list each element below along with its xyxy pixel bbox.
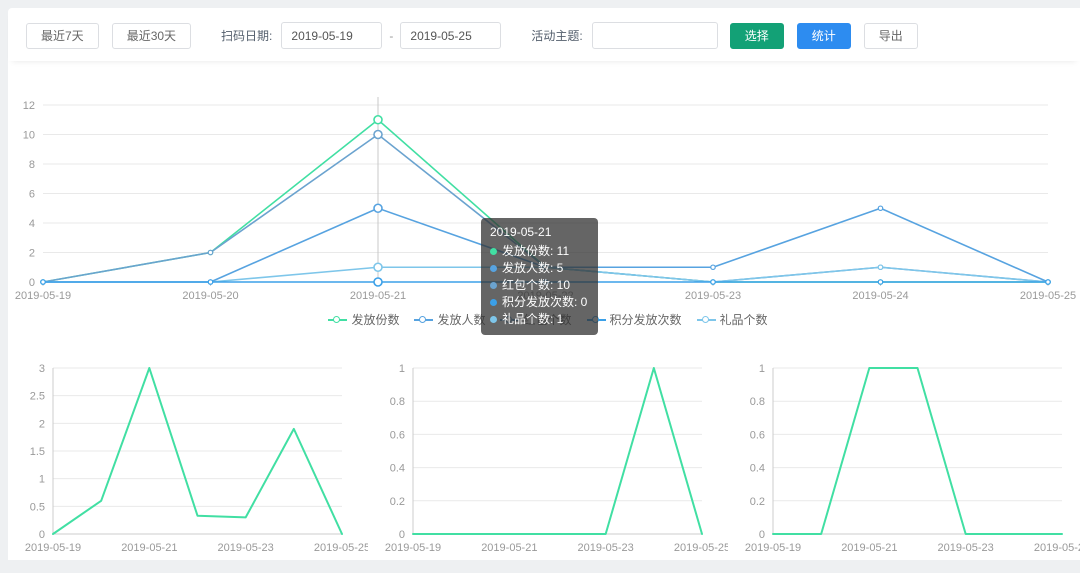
last-7-days-button[interactable]: 最近7天 — [26, 23, 99, 49]
legend-line-icon — [500, 315, 519, 325]
export-button[interactable]: 导出 — [864, 23, 918, 49]
svg-text:2019-05-25: 2019-05-25 — [1034, 542, 1080, 554]
svg-text:10: 10 — [23, 130, 35, 142]
legend-item[interactable]: 积分发放次数 — [587, 311, 682, 328]
svg-text:2: 2 — [39, 418, 45, 430]
svg-text:12: 12 — [23, 100, 35, 112]
svg-text:4: 4 — [29, 218, 35, 230]
activity-topic-label: 活动主题: — [531, 27, 582, 44]
svg-text:2019-05-25: 2019-05-25 — [1020, 290, 1076, 302]
date-from-input[interactable] — [281, 22, 382, 49]
legend-label: 礼品个数 — [720, 311, 768, 328]
svg-text:2019-05-21: 2019-05-21 — [481, 542, 537, 554]
svg-text:2.5: 2.5 — [30, 391, 45, 403]
sub-chart-issued-shares: 0 0.5 1 1.5 2 2.5 3 2019-05-19 2019-05-21 2019-05… — [8, 356, 368, 568]
svg-text:1: 1 — [399, 363, 405, 375]
filter-toolbar: 最近7天 最近30天 扫码日期: - 活动主题: 选择 统计 导出 — [8, 8, 1080, 61]
svg-text:1.5: 1.5 — [30, 446, 45, 458]
svg-text:2019-05-23: 2019-05-23 — [685, 290, 741, 302]
sub-chart-gifts: 0 0.2 0.4 0.6 0.8 1 2019-05-19 2019-05-21 2019-0… — [728, 356, 1080, 568]
svg-text:0.5: 0.5 — [30, 501, 45, 513]
legend-item[interactable]: 发放人数 — [414, 311, 485, 328]
svg-text:1: 1 — [39, 474, 45, 486]
last-30-days-button[interactable]: 最近30天 — [112, 23, 191, 49]
legend-line-icon — [328, 315, 347, 325]
svg-text:1: 1 — [759, 363, 765, 375]
svg-text:0.4: 0.4 — [750, 463, 765, 475]
sub-charts-row: 0 0.5 1 1.5 2 2.5 3 2019-05-19 2019-05-21 2019-05… — [8, 356, 1080, 568]
svg-text:2019-05-20: 2019-05-20 — [182, 290, 238, 302]
legend-item[interactable]: 红包个数 — [500, 311, 571, 328]
legend-item[interactable]: 发放份数 — [328, 311, 399, 328]
svg-text:3: 3 — [39, 363, 45, 375]
svg-text:2019-05-21: 2019-05-21 — [350, 290, 406, 302]
svg-text:0.6: 0.6 — [750, 429, 765, 441]
svg-text:2019-05-19: 2019-05-19 — [25, 542, 81, 554]
svg-text:0.8: 0.8 — [750, 396, 765, 408]
legend-label: 发放份数 — [351, 311, 399, 328]
activity-topic-input[interactable] — [592, 22, 718, 49]
legend-line-icon — [587, 315, 606, 325]
svg-text:8: 8 — [29, 159, 35, 171]
legend-label: 发放人数 — [437, 311, 485, 328]
legend-label: 积分发放次数 — [610, 311, 682, 328]
main-chart-area: 0 2 4 6 8 10 12 2019-05-19 2019-05-20 2019-05-21 2… — [8, 60, 1080, 310]
svg-text:0.2: 0.2 — [750, 496, 765, 508]
svg-text:2019-05-25: 2019-05-25 — [314, 542, 368, 554]
svg-text:2019-05-21: 2019-05-21 — [841, 542, 897, 554]
svg-text:2019-05-24: 2019-05-24 — [852, 290, 908, 302]
select-button[interactable]: 选择 — [730, 23, 784, 49]
svg-text:2019-05-19: 2019-05-19 — [385, 542, 441, 554]
svg-text:0: 0 — [39, 529, 45, 541]
legend-label: 红包个数 — [523, 311, 571, 328]
svg-text:2019-05-25: 2019-05-25 — [674, 542, 728, 554]
date-to-input[interactable] — [400, 22, 501, 49]
svg-text:0.8: 0.8 — [390, 396, 405, 408]
svg-text:0.6: 0.6 — [390, 429, 405, 441]
sub-line-chart-2[interactable]: 0 0.2 0.4 0.6 0.8 1 2019-05-19 2019-05-21 2019-0… — [368, 356, 728, 568]
svg-text:0.4: 0.4 — [390, 463, 405, 475]
svg-text:6: 6 — [29, 189, 35, 201]
legend-item[interactable]: 礼品个数 — [697, 311, 768, 328]
sub-line-chart-1[interactable]: 0 0.5 1 1.5 2 2.5 3 2019-05-19 2019-05-21 2019-05… — [8, 356, 368, 568]
svg-text:2019-05-23: 2019-05-23 — [218, 542, 274, 554]
svg-text:2019-05-19: 2019-05-19 — [745, 542, 801, 554]
svg-text:2019-05-21: 2019-05-21 — [121, 542, 177, 554]
chart-legend: 发放份数 发放人数 红包个数 积分发放次数 礼品个数 — [8, 311, 1080, 328]
legend-line-icon — [697, 315, 716, 325]
svg-text:0.2: 0.2 — [390, 496, 405, 508]
svg-text:2019-05-23: 2019-05-23 — [938, 542, 994, 554]
main-line-chart[interactable]: 0 2 4 6 8 10 12 2019-05-19 2019-05-20 2019-05-21 2… — [8, 60, 1080, 310]
svg-text:2019-05-19: 2019-05-19 — [15, 290, 71, 302]
svg-text:2019-05-23: 2019-05-23 — [578, 542, 634, 554]
scan-date-label: 扫码日期: — [221, 27, 272, 44]
svg-text:0: 0 — [759, 529, 765, 541]
stats-button[interactable]: 统计 — [797, 23, 851, 49]
date-range-separator: - — [389, 29, 393, 43]
svg-text:2019-05-22: 2019-05-22 — [517, 290, 573, 302]
sub-chart-points: 0 0.2 0.4 0.6 0.8 1 2019-05-19 2019-05-21 2019-0… — [368, 356, 728, 568]
svg-text:0: 0 — [29, 277, 35, 289]
svg-text:0: 0 — [399, 529, 405, 541]
sub-line-chart-3[interactable]: 0 0.2 0.4 0.6 0.8 1 2019-05-19 2019-05-21 2019-0… — [728, 356, 1080, 568]
legend-line-icon — [414, 315, 433, 325]
svg-text:2: 2 — [29, 248, 35, 260]
content-panel: 最近7天 最近30天 扫码日期: - 活动主题: 选择 统计 导出 0 2 4 6 8 1… — [8, 8, 1080, 560]
